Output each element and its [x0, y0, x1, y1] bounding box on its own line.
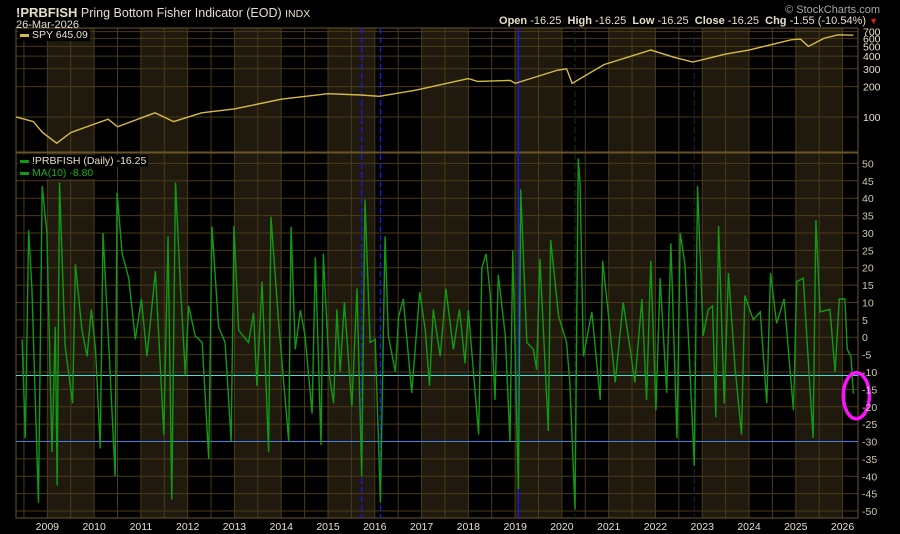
indicator-axis-tick-label: 5 — [862, 315, 868, 327]
x-axis-tick-label: 2013 — [223, 521, 247, 533]
x-axis-tick-label: 2025 — [784, 521, 808, 533]
x-axis-tick-label: 2010 — [82, 521, 106, 533]
legend-label: SPY 645.09 — [32, 29, 88, 41]
ohlc-readout: Open -16.25 High -16.25 Low -16.25 Close… — [499, 15, 878, 27]
x-axis-tick-label: 2026 — [831, 521, 855, 533]
chart-title: !PRBFISH Pring Bottom Fisher Indicator (… — [16, 5, 310, 20]
price-axis-tick-label: 700 — [863, 27, 881, 39]
chart-canvas: 1002003004005006007005045403530252015105… — [15, 27, 881, 533]
close-label: Close — [694, 15, 725, 27]
x-axis-tick-label: 2022 — [644, 521, 668, 533]
indicator-axis-tick-label: -10 — [862, 367, 877, 379]
x-axis-tick-label: 2021 — [597, 521, 621, 533]
indicator-axis-tick-label: -25 — [862, 419, 877, 431]
indicator-axis-tick-label: 50 — [862, 158, 874, 170]
close-value: -16.25 — [727, 15, 759, 27]
indicator-axis-tick-label: -50 — [862, 506, 877, 518]
indicator-axis-tick-label: 45 — [862, 176, 874, 188]
legend-spy: SPY 645.09 — [18, 29, 90, 41]
down-arrow-icon: ▼ — [869, 16, 878, 26]
low-value: -16.25 — [657, 15, 689, 27]
x-axis-tick-label: 2017 — [410, 521, 434, 533]
high-value: -16.25 — [595, 15, 627, 27]
indicator-axis-tick-label: -45 — [862, 489, 877, 501]
exchange: INDX — [285, 8, 311, 20]
symbol: !PRBFISH — [16, 5, 78, 20]
indicator-axis-tick-label: -20 — [862, 402, 877, 414]
x-axis-tick-label: 2011 — [130, 521, 153, 533]
indicator-axis-tick-label: 10 — [862, 297, 874, 309]
indicator-axis-tick-label: -15 — [862, 384, 877, 396]
x-axis-tick-label: 2020 — [550, 521, 574, 533]
change-value: -1.55 (-10.54%) — [789, 15, 867, 27]
x-axis-tick-label: 2014 — [270, 521, 294, 533]
open-label: Open — [499, 15, 528, 27]
indicator-axis-tick-label: 0 — [862, 332, 868, 344]
price-axis-tick-label: 100 — [863, 112, 881, 124]
high-label: High — [567, 15, 592, 27]
legend-ma: MA(10) -8.80 — [18, 167, 96, 179]
legend-swatch — [20, 33, 29, 37]
indicator-axis-tick-label: 40 — [862, 193, 874, 205]
legend-swatch — [20, 171, 29, 175]
x-axis-tick-label: 2024 — [737, 521, 761, 533]
x-axis-tick-label: 2009 — [36, 521, 60, 533]
indicator-axis-tick-label: -30 — [862, 437, 877, 449]
indicator-axis-tick-label: 30 — [862, 228, 874, 240]
indicator-axis-tick-label: 25 — [862, 245, 874, 257]
x-axis-tick-label: 2018 — [457, 521, 481, 533]
open-value: -16.25 — [530, 15, 562, 27]
low-label: Low — [632, 15, 655, 27]
indicator-axis-tick-label: 35 — [862, 211, 874, 223]
indicator-axis-tick-label: 20 — [862, 263, 874, 275]
legend-label: MA(10) -8.80 — [32, 167, 94, 179]
legend-swatch — [20, 159, 29, 163]
legend-label: !PRBFISH (Daily) -16.25 — [32, 155, 147, 167]
price-axis-tick-label: 300 — [863, 64, 881, 76]
indicator-axis-tick-label: -40 — [862, 471, 877, 483]
price-axis-tick-label: 200 — [863, 82, 881, 94]
x-axis-tick-label: 2023 — [691, 521, 715, 533]
change-label: Chg — [765, 15, 787, 27]
indicator-axis-tick-label: 15 — [862, 280, 874, 292]
x-axis-tick-label: 2016 — [363, 521, 387, 533]
x-axis-tick-label: 2012 — [176, 521, 200, 533]
x-axis-tick-label: 2015 — [316, 521, 340, 533]
indicator-axis-tick-label: -5 — [862, 350, 871, 362]
x-axis-tick-label: 2019 — [503, 521, 527, 533]
legend-indicator: !PRBFISH (Daily) -16.25 — [18, 155, 149, 167]
indicator-axis-tick-label: -35 — [862, 454, 877, 466]
indicator-name: Pring Bottom Fisher Indicator (EOD) — [80, 6, 282, 20]
